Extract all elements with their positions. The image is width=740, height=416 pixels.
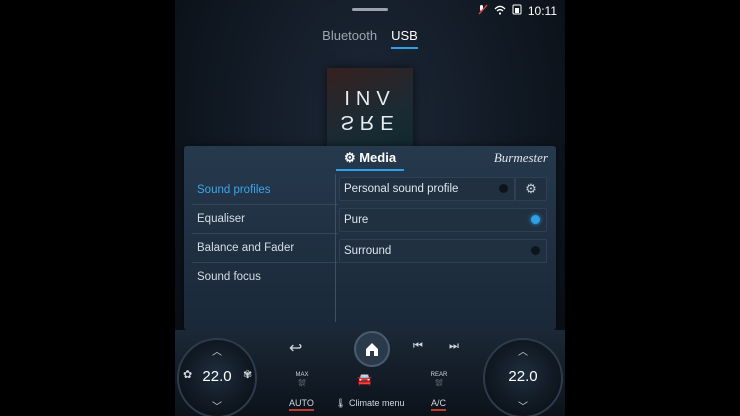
pull-down-handle[interactable] bbox=[352, 8, 388, 11]
option-label: Personal sound profile bbox=[344, 183, 459, 195]
back-icon[interactable]: ↩ bbox=[289, 338, 302, 358]
sound-menu: Sound profiles Equaliser Balance and Fad… bbox=[192, 176, 338, 291]
right-temp-dial[interactable]: ︿ 22.0 ﹀ bbox=[483, 338, 563, 416]
fan-icon-low[interactable]: ✿ bbox=[183, 368, 192, 381]
gear-icon: ⚙ bbox=[343, 150, 356, 165]
status-bar: 10:11 bbox=[478, 4, 557, 18]
next-track-icon[interactable]: ⏭ bbox=[449, 340, 459, 353]
album-cover[interactable]: INV SRE bbox=[327, 68, 413, 154]
defrost-icon: ⛆ bbox=[435, 378, 443, 388]
home-icon bbox=[366, 343, 378, 356]
chevron-down-icon[interactable]: ﹀ bbox=[179, 398, 255, 413]
panel-divider bbox=[335, 174, 336, 322]
previous-track-icon[interactable]: ⏮ bbox=[413, 340, 423, 353]
chevron-up-icon[interactable]: ︿ bbox=[485, 343, 561, 358]
climate-menu-button[interactable]: 🌡 Climate menu bbox=[335, 398, 404, 409]
climate-menu-label: Climate menu bbox=[348, 398, 405, 408]
profile-settings-button[interactable]: ⚙ bbox=[515, 177, 547, 201]
radio-button-selected[interactable] bbox=[531, 215, 540, 224]
auto-label: AUTO bbox=[289, 398, 314, 411]
mute-icon bbox=[478, 4, 488, 18]
defrost-icon: ⛆ bbox=[298, 378, 306, 388]
chevron-down-icon[interactable]: ﹀ bbox=[485, 398, 561, 413]
ac-label: A/C bbox=[431, 398, 447, 411]
gear-icon: ⚙ bbox=[525, 181, 537, 196]
thermometer-icon: 🌡 bbox=[335, 398, 347, 408]
menu-item-balance-fader[interactable]: Balance and Fader bbox=[192, 234, 338, 263]
source-tabs: Bluetooth USB bbox=[175, 28, 565, 49]
wifi-icon bbox=[494, 4, 506, 18]
option-surround[interactable]: Surround bbox=[339, 239, 547, 263]
panel-title-text: Media bbox=[359, 150, 397, 165]
clock: 10:11 bbox=[527, 4, 557, 18]
tab-usb[interactable]: USB bbox=[391, 28, 418, 49]
radio-button[interactable] bbox=[499, 184, 508, 193]
right-bezel bbox=[565, 0, 740, 416]
left-bezel bbox=[0, 0, 175, 416]
right-temp-value: 22.0 bbox=[508, 368, 538, 385]
battery-icon bbox=[512, 4, 522, 18]
burmester-logo: Burmester bbox=[493, 150, 548, 165]
head-unit-screen: 10:11 Bluetooth USB INV SRE ⚙ Media Burm… bbox=[175, 0, 565, 416]
option-label: Surround bbox=[344, 245, 392, 257]
option-label: Pure bbox=[344, 214, 369, 226]
album-cover-line1: INV bbox=[344, 88, 396, 110]
home-button[interactable] bbox=[354, 331, 390, 367]
menu-item-sound-profiles[interactable]: Sound profiles bbox=[192, 176, 338, 205]
option-pure[interactable]: Pure bbox=[339, 208, 547, 232]
menu-item-equaliser[interactable]: Equaliser bbox=[192, 205, 338, 234]
menu-item-sound-focus[interactable]: Sound focus bbox=[192, 263, 338, 291]
fan-icon-high[interactable]: ✾ bbox=[243, 368, 252, 381]
ac-button[interactable]: A/C bbox=[431, 398, 447, 411]
auto-button[interactable]: AUTO bbox=[289, 398, 314, 411]
radio-button[interactable] bbox=[531, 246, 540, 255]
option-personal-sound-profile[interactable]: Personal sound profile bbox=[339, 177, 515, 201]
album-cover-line2: SRE bbox=[340, 111, 400, 133]
tab-bluetooth[interactable]: Bluetooth bbox=[322, 28, 377, 49]
max-defrost-button[interactable]: MAX ⛆ bbox=[292, 372, 312, 389]
media-sound-panel: ⚙ Media Burmester Sound profiles Equalis… bbox=[184, 146, 556, 330]
rear-defrost-button[interactable]: REAR ⛆ bbox=[429, 372, 449, 389]
car-icon[interactable]: 🚘 bbox=[357, 372, 372, 386]
chevron-up-icon[interactable]: ︿ bbox=[179, 343, 255, 358]
